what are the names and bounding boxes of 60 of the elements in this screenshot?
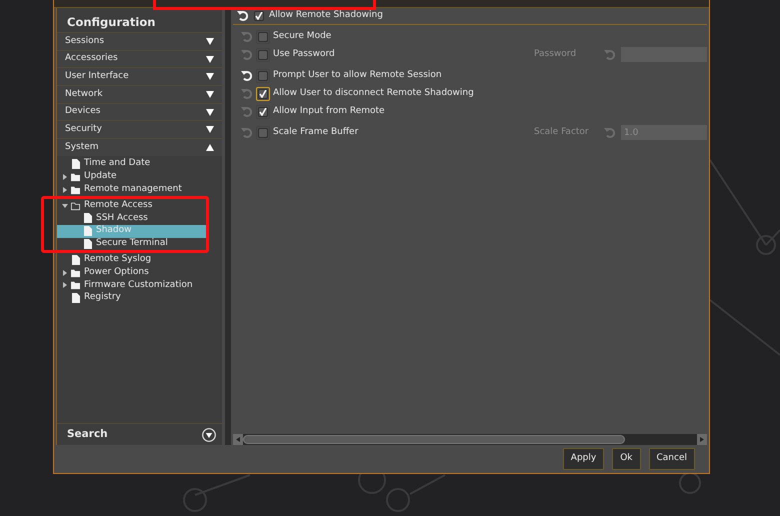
collapsed-arrow-icon[interactable]	[61, 172, 69, 181]
tree-item[interactable]: Update	[57, 170, 222, 184]
dialog-button[interactable]: Apply	[562, 448, 604, 470]
file-icon	[83, 226, 92, 236]
tree-item[interactable]: Remote Access	[57, 199, 206, 212]
dialog-button[interactable]: Cancel	[648, 448, 695, 470]
setting-label: Allow Input from Remote	[273, 105, 385, 118]
expanded-arrow-icon[interactable]	[61, 202, 69, 210]
sidebar-section[interactable]: System	[57, 138, 222, 156]
field-label: Scale Factor	[534, 126, 590, 140]
field-label: Password	[534, 48, 578, 62]
file-icon	[71, 159, 80, 170]
sidebar-section[interactable]: Sessions	[57, 32, 222, 50]
tree-item[interactable]: Remote management	[57, 183, 222, 196]
expand-arrow-icon[interactable]	[206, 38, 214, 45]
folder-icon	[71, 172, 80, 182]
reset-icon[interactable]	[237, 10, 248, 22]
collapsed-arrow-icon[interactable]	[61, 268, 69, 277]
collapse-arrow-icon[interactable]	[206, 144, 214, 151]
ok-button[interactable]: Ok	[612, 448, 640, 470]
expand-arrow-icon[interactable]	[206, 126, 214, 134]
file-icon	[83, 213, 92, 224]
folder-icon	[71, 184, 80, 195]
checkbox[interactable]	[254, 10, 264, 21]
folder-icon	[71, 280, 80, 290]
sidebar-section[interactable]: Network	[57, 85, 222, 103]
setting-label: Secure Mode	[273, 30, 332, 44]
sidebar-section[interactable]: Devices	[57, 102, 222, 120]
setting-label: Allow User to disconnect Remote Shadowing	[273, 87, 474, 100]
collapsed-arrow-icon[interactable]	[61, 186, 69, 194]
tree-item[interactable]: Secure Terminal	[57, 238, 206, 250]
search-bar[interactable]: Search	[57, 423, 222, 446]
expand-arrow-icon[interactable]	[206, 90, 214, 98]
setting-label: Use Password	[273, 48, 335, 62]
setting-label: Allow Remote Shadowing	[269, 9, 383, 22]
collapsed-arrow-icon[interactable]	[61, 281, 69, 290]
setting-label: Prompt User to allow Remote Session	[273, 69, 442, 82]
folder-icon	[71, 200, 80, 211]
sidebar-section[interactable]: Security	[57, 120, 222, 138]
splitter-handle[interactable]	[225, 8, 231, 446]
panel-title: Configuration	[66, 14, 156, 31]
tree-item[interactable]: Registry	[57, 292, 222, 305]
reset-icon[interactable]	[241, 70, 252, 82]
scrollbar-thumb[interactable]	[243, 435, 625, 444]
tree-item[interactable]: Time and Date	[57, 158, 222, 171]
expand-arrow-icon[interactable]	[206, 108, 214, 116]
tree-item[interactable]: Firmware Customization	[57, 278, 222, 292]
setting-label: Scale Frame Buffer	[273, 126, 358, 140]
file-icon	[83, 238, 92, 249]
tree-item[interactable]: Power Options	[57, 266, 222, 279]
sidebar-section[interactable]: User Interface	[57, 67, 222, 86]
expand-arrow-icon[interactable]	[206, 56, 214, 63]
sidebar-section[interactable]: Accessories	[57, 50, 222, 68]
expand-circle-icon[interactable]	[202, 428, 216, 442]
tree-item[interactable]: Remote Syslog	[57, 253, 222, 266]
file-icon	[71, 293, 80, 304]
file-icon	[71, 254, 80, 265]
folder-icon	[71, 268, 80, 278]
expand-arrow-icon[interactable]	[206, 73, 214, 80]
tree-item[interactable]: SSH Access	[57, 212, 206, 225]
